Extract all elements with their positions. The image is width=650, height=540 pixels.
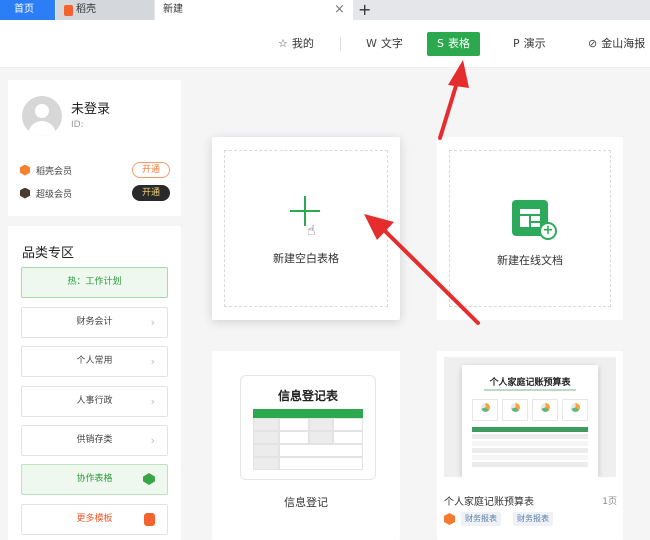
nav-slides-label: 演示	[523, 37, 546, 50]
nav-sheet[interactable]: S 表格	[427, 32, 480, 56]
preview-title: 个人家庭记账预算表	[489, 378, 571, 388]
close-tab-icon[interactable]: ×	[334, 0, 345, 20]
nav-sheet-label: 表格	[447, 37, 470, 50]
add-tab-icon[interactable]: +	[358, 0, 371, 19]
template-card-budget[interactable]: 个人家庭记账预算表 个人家庭记账预算表 1页 财务报表 财务报表	[437, 351, 623, 540]
top-nav: ☆ 我的 W 文字 S 表格 P 演示 ⊘ 金山海报	[0, 20, 650, 68]
template-label: 信息登记	[284, 496, 328, 509]
text-doc-icon: W	[366, 37, 377, 50]
user-name[interactable]: 未登录	[71, 98, 110, 117]
arrow-to-sheet-tab	[438, 60, 469, 140]
user-card: 未登录 ID: 稻壳会员 开通 超级会员 开通	[8, 80, 181, 216]
member-row-daoke: 稻壳会员 开通	[20, 162, 170, 178]
tab-new[interactable]: 新建	[155, 0, 353, 20]
category-label: 供销存类	[76, 435, 113, 445]
tab-daoke[interactable]: 稻壳	[56, 0, 154, 20]
category-label: 财务会计	[76, 317, 113, 327]
nav-text-label: 文字	[380, 37, 403, 50]
preview-row	[472, 448, 588, 453]
open-super-button[interactable]: 开通	[132, 185, 170, 201]
open-daoke-button[interactable]: 开通	[132, 162, 170, 178]
tab-bar: 首页 稻壳 新建 × +	[0, 0, 650, 20]
preview-row	[472, 434, 588, 439]
add-circle-icon: +	[539, 222, 557, 240]
nav-text[interactable]: W 文字	[366, 32, 403, 56]
preview-chart	[502, 399, 528, 421]
tab-home[interactable]: 首页	[0, 0, 55, 20]
category-title: 品类专区	[22, 246, 75, 261]
preview-row	[472, 441, 588, 446]
nav-divider	[340, 37, 341, 51]
slides-icon: P	[513, 37, 520, 50]
template-tag[interactable]: 财务报表	[461, 512, 501, 526]
category-hot[interactable]: 热：工作计划	[21, 267, 168, 298]
category-label: 人事行政	[76, 396, 113, 406]
category-hr[interactable]: 人事行政 ›	[21, 386, 168, 417]
template-label: 个人家庭记账预算表	[444, 497, 534, 508]
new-blank-sheet-label: 新建空白表格	[273, 252, 339, 265]
preview-sheet: 个人家庭记账预算表	[462, 365, 598, 477]
new-online-doc-card[interactable]: + 新建在线文档	[437, 137, 623, 320]
poster-icon: ⊘	[588, 37, 598, 50]
layers-icon	[143, 473, 155, 485]
preview-row	[472, 427, 588, 432]
template-preview: 个人家庭记账预算表	[444, 357, 616, 477]
preview-header-bar	[253, 409, 363, 418]
category-label: 更多模板	[76, 514, 113, 524]
category-label: 热：工作计划	[67, 277, 122, 287]
member-name: 超级会员	[36, 189, 73, 200]
preview-title: 信息登记表	[277, 389, 338, 403]
category-finance[interactable]: 财务会计 ›	[21, 307, 168, 338]
category-label: 个人常用	[76, 356, 113, 366]
nav-poster-label: 金山海报	[601, 37, 646, 50]
preview-subheader	[484, 389, 576, 391]
template-tag[interactable]: 财务报表	[513, 512, 553, 526]
daoke-member-icon	[20, 164, 30, 176]
preview-grid	[253, 418, 363, 470]
sheet-icon: S	[437, 37, 444, 50]
new-online-doc-label: 新建在线文档	[497, 254, 563, 267]
nav-mine[interactable]: ☆ 我的	[278, 32, 314, 56]
template-card-info[interactable]: 信息登记表 信息登记	[212, 351, 400, 540]
member-name: 稻壳会员	[36, 166, 73, 177]
user-id: ID:	[71, 120, 84, 130]
chevron-right-icon: ›	[150, 316, 155, 329]
category-more[interactable]: 更多模板	[21, 504, 168, 535]
preview-row	[472, 462, 588, 467]
category-label: 协作表格	[76, 474, 113, 484]
daoke-member-icon	[444, 513, 455, 525]
daoke-logo-icon	[144, 513, 155, 526]
category-personal[interactable]: 个人常用 ›	[21, 346, 168, 377]
category-panel: 品类专区 热：工作计划 财务会计 › 个人常用 › 人事行政 › 供销存类 › …	[8, 226, 181, 540]
chevron-right-icon: ›	[150, 434, 155, 447]
tab-daoke-label: 稻壳	[76, 4, 96, 15]
preview-chart	[532, 399, 558, 421]
category-collab[interactable]: 协作表格	[21, 464, 168, 495]
daoke-logo-icon	[64, 4, 73, 16]
chevron-right-icon: ›	[150, 355, 155, 368]
plus-icon	[304, 196, 306, 226]
super-member-icon	[20, 187, 30, 199]
avatar[interactable]	[22, 96, 62, 136]
dashed-frame	[224, 150, 388, 307]
nav-mine-label: 我的	[291, 37, 314, 50]
page-count: 1页	[602, 497, 617, 507]
template-preview: 信息登记表	[240, 375, 376, 480]
chevron-right-icon: ›	[150, 395, 155, 408]
member-row-super: 超级会员 开通	[20, 185, 170, 201]
preview-chart	[472, 399, 498, 421]
cursor-icon: ☝	[307, 223, 316, 239]
new-blank-sheet-card[interactable]: ☝ 新建空白表格	[212, 137, 400, 320]
star-icon: ☆	[278, 37, 288, 50]
preview-chart	[562, 399, 588, 421]
category-inventory[interactable]: 供销存类 ›	[21, 425, 168, 456]
nav-poster[interactable]: ⊘ 金山海报	[588, 32, 645, 56]
preview-row	[472, 455, 588, 460]
nav-slides[interactable]: P 演示	[513, 32, 546, 56]
